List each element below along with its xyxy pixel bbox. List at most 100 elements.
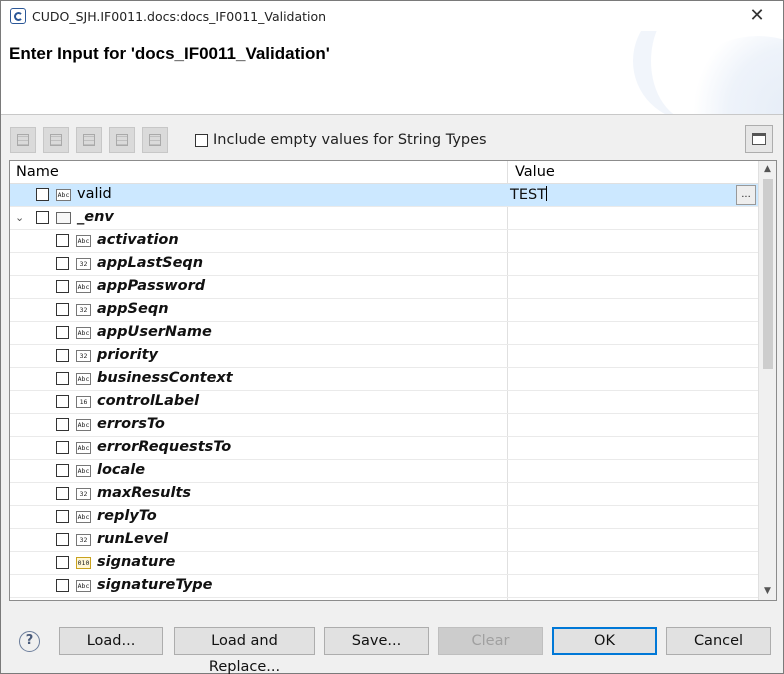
help-icon[interactable]: ? — [19, 631, 40, 652]
tree-row[interactable]: Abc errorsTo — [10, 414, 758, 437]
row-checkbox[interactable] — [56, 418, 69, 431]
string-type-icon: Abc — [76, 442, 91, 454]
grid-child-icon — [83, 134, 95, 146]
vertical-scrollbar[interactable]: ▲ ▼ — [758, 161, 776, 600]
field-name: locale — [97, 462, 146, 478]
integer-type-icon: 32 — [76, 350, 91, 362]
clear-button[interactable]: Clear — [438, 627, 543, 655]
window-title: CUDO_SJH.IF0011.docs:docs_IF0011_Validat… — [32, 8, 327, 24]
row-checkbox[interactable] — [56, 533, 69, 546]
row-checkbox[interactable] — [56, 372, 69, 385]
edit-row-button[interactable] — [142, 127, 168, 153]
tree-row[interactable]: 32 runLevel — [10, 529, 758, 552]
save-button[interactable]: Save... — [324, 627, 429, 655]
tree-row[interactable]: Abc errorRequestsTo — [10, 437, 758, 460]
scroll-up-icon[interactable]: ▲ — [759, 161, 776, 178]
tree-row[interactable]: Abc replyTo — [10, 506, 758, 529]
row-checkbox[interactable] — [56, 257, 69, 270]
field-name: maxResults — [97, 485, 192, 501]
tree-row[interactable]: 16 controlLabel — [10, 391, 758, 414]
row-checkbox[interactable] — [56, 349, 69, 362]
cancel-button[interactable]: Cancel — [666, 627, 771, 655]
header-banner-arc — [633, 31, 753, 114]
tree-row[interactable]: Abc valid TEST... — [10, 184, 758, 207]
field-name: appLastSeqn — [97, 255, 204, 271]
text-caret — [546, 186, 548, 201]
tree-header: Name Value — [10, 161, 758, 184]
field-name: appUserName — [97, 324, 212, 340]
string-type-icon: Abc — [76, 373, 91, 385]
tree-row[interactable]: Abc signatureType — [10, 575, 758, 598]
row-checkbox[interactable] — [56, 303, 69, 316]
load-and-replace-button[interactable]: Load and Replace... — [174, 627, 315, 674]
tree-row[interactable]: Abc businessContext — [10, 368, 758, 391]
add-row-button[interactable] — [10, 127, 36, 153]
object-type-icon: 010 — [76, 557, 91, 569]
dialog-footer: ? Load... Load and Replace... Save... Cl… — [1, 611, 783, 674]
insert-row-button[interactable] — [43, 127, 69, 153]
string-type-icon: Abc — [56, 189, 71, 201]
tree-rows: Abc valid TEST... ⌄ _env Abc activation 32 appLa… — [10, 184, 758, 598]
integer-type-icon: 32 — [76, 304, 91, 316]
page-title: Enter Input for 'docs_IF0011_Validation' — [9, 44, 330, 63]
tree-row[interactable]: 32 appLastSeqn — [10, 253, 758, 276]
tree-row[interactable]: 32 priority — [10, 345, 758, 368]
include-empty-checkbox[interactable] — [195, 133, 208, 147]
app-icon — [10, 8, 26, 24]
include-empty-option[interactable]: Include empty values for String Types — [195, 132, 487, 148]
include-empty-label: Include empty values for String Types — [213, 132, 487, 148]
row-checkbox[interactable] — [56, 556, 69, 569]
tree-row[interactable]: Abc locale — [10, 460, 758, 483]
string-type-icon: Abc — [76, 281, 91, 293]
tree-row[interactable]: Abc activation — [10, 230, 758, 253]
row-checkbox[interactable] — [56, 234, 69, 247]
delete-row-button[interactable] — [109, 127, 135, 153]
row-checkbox[interactable] — [56, 280, 69, 293]
tree-row[interactable]: 010 signature — [10, 552, 758, 575]
row-checkbox[interactable] — [56, 464, 69, 477]
field-name: businessContext — [97, 370, 233, 386]
chevron-down-icon[interactable]: ⌄ — [15, 211, 24, 224]
value-field[interactable]: TEST — [510, 186, 548, 203]
string-type-icon: Abc — [76, 327, 91, 339]
value-browse-button[interactable]: ... — [736, 185, 756, 205]
tree-row[interactable]: Abc appUserName — [10, 322, 758, 345]
field-name: signature — [97, 554, 176, 570]
field-name: errorsTo — [97, 416, 165, 432]
scroll-thumb[interactable] — [763, 179, 773, 369]
field-name: activation — [97, 232, 179, 248]
row-checkbox[interactable] — [56, 487, 69, 500]
field-name: signatureType — [97, 577, 213, 593]
tree-row[interactable]: Abc appPassword — [10, 276, 758, 299]
row-checkbox[interactable] — [36, 211, 49, 224]
integer-type-icon: 32 — [76, 488, 91, 500]
tree-row[interactable]: 32 maxResults — [10, 483, 758, 506]
tree-row[interactable]: ⌄ _env — [10, 207, 758, 230]
row-checkbox[interactable] — [56, 510, 69, 523]
dialog-header: Enter Input for 'docs_IF0011_Validation' — [1, 31, 783, 115]
field-name: replyTo — [97, 508, 157, 524]
grid-edit-icon — [149, 134, 161, 146]
input-tree: Name Value Abc valid TEST... ⌄ _env Abc activa… — [9, 160, 777, 601]
row-checkbox[interactable] — [56, 326, 69, 339]
row-checkbox[interactable] — [56, 441, 69, 454]
string-type-icon: Abc — [76, 511, 91, 523]
tree-row[interactable]: 32 appSeqn — [10, 299, 758, 322]
table-view-icon — [752, 133, 766, 145]
row-checkbox[interactable] — [36, 188, 49, 201]
field-name: runLevel — [97, 531, 169, 547]
close-icon[interactable]: ✕ — [747, 6, 767, 26]
column-header-value[interactable]: Value — [515, 164, 555, 180]
ok-button[interactable]: OK — [552, 627, 657, 655]
load-button[interactable]: Load... — [59, 627, 163, 655]
row-checkbox[interactable] — [56, 579, 69, 592]
view-toggle-button[interactable] — [745, 125, 773, 153]
field-name: errorRequestsTo — [97, 439, 232, 455]
scroll-down-icon[interactable]: ▼ — [759, 583, 776, 600]
string-type-icon: Abc — [76, 235, 91, 247]
row-checkbox[interactable] — [56, 395, 69, 408]
column-header-name[interactable]: Name — [16, 164, 59, 180]
field-name: appPassword — [97, 278, 206, 294]
add-child-button[interactable] — [76, 127, 102, 153]
field-name: _env — [77, 209, 114, 225]
